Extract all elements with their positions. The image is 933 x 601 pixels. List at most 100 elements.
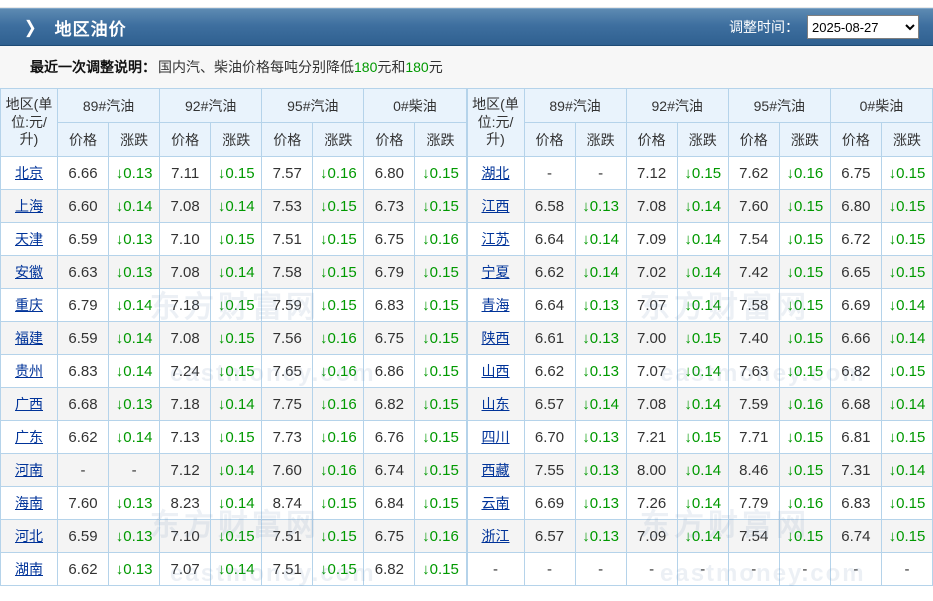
region-link[interactable]: 江苏 xyxy=(482,231,510,247)
change-cell: ↓0.15 xyxy=(778,321,831,355)
date-select[interactable]: 2025-08-27 xyxy=(807,15,919,39)
price-cell: 7.75 xyxy=(261,387,314,421)
table-row: 云南 6.69 ↓0.13 7.26 ↓0.14 7.79 ↓0.16 6.83 ↓0.15 xyxy=(466,486,933,520)
change-cell: ↓0.15 xyxy=(210,354,263,388)
region-cell: 青海 xyxy=(466,288,525,322)
region-link[interactable]: 山东 xyxy=(482,396,510,412)
change-cell: ↓0.15 xyxy=(414,156,467,190)
price-sub-header: 价格 xyxy=(159,122,212,157)
change-cell: ↓0.15 xyxy=(778,519,831,553)
region-link[interactable]: 广西 xyxy=(15,396,43,412)
region-link[interactable]: 重庆 xyxy=(15,297,43,313)
change-cell: ↓0.14 xyxy=(676,255,729,289)
change-cell: ↓0.15 xyxy=(778,255,831,289)
region-cell: 云南 xyxy=(466,486,525,520)
change-cell: ↓0.15 xyxy=(312,552,365,586)
region-link[interactable]: 广东 xyxy=(15,429,43,445)
region-link[interactable]: 河南 xyxy=(15,462,43,478)
product-header: 92#汽油 xyxy=(159,88,263,123)
price-cell: 7.54 xyxy=(727,519,780,553)
price-cell: 7.08 xyxy=(159,321,212,355)
change-sub-header: 涨跌 xyxy=(880,122,933,157)
price-cell: 6.79 xyxy=(363,255,416,289)
price-cell: 7.42 xyxy=(727,255,780,289)
change-cell: ↓0.13 xyxy=(108,519,161,553)
change-cell: ↓0.15 xyxy=(778,420,831,454)
region-cell: 河北 xyxy=(0,519,58,553)
change-cell: ↓0.14 xyxy=(108,354,161,388)
region-link[interactable]: 青海 xyxy=(482,297,510,313)
region-link[interactable]: 上海 xyxy=(15,198,43,214)
price-cell: 6.76 xyxy=(363,420,416,454)
change-cell: ↓0.13 xyxy=(574,420,627,454)
region-link[interactable]: 贵州 xyxy=(15,363,43,379)
change-cell: ↓0.15 xyxy=(880,222,933,256)
price-cell: 7.21 xyxy=(625,420,678,454)
change-cell: ↓0.15 xyxy=(414,189,467,223)
table-row: 北京 6.66 ↓0.13 7.11 ↓0.15 7.57 ↓0.16 6.80 ↓0.15 xyxy=(0,156,467,190)
price-cell: - xyxy=(523,156,576,190)
top-strip xyxy=(0,0,933,8)
region-link[interactable]: 江西 xyxy=(482,198,510,214)
change-cell: ↓0.16 xyxy=(778,486,831,520)
price-cell: 7.40 xyxy=(727,321,780,355)
price-cell: 6.75 xyxy=(363,222,416,256)
price-cell: 7.10 xyxy=(159,222,212,256)
price-cell: 7.62 xyxy=(727,156,780,190)
change-cell: ↓0.15 xyxy=(414,420,467,454)
price-cell: 7.65 xyxy=(261,354,314,388)
price-cell: 6.58 xyxy=(523,189,576,223)
price-cell: 7.07 xyxy=(159,552,212,586)
region-link[interactable]: 陕西 xyxy=(482,330,510,346)
region-link[interactable]: 北京 xyxy=(15,165,43,181)
notice-segment: 元和 xyxy=(377,59,406,75)
change-cell: ↓0.15 xyxy=(414,387,467,421)
price-cell: 6.63 xyxy=(56,255,110,289)
change-sub-header: 涨跌 xyxy=(414,122,467,157)
price-cell: 7.07 xyxy=(625,354,678,388)
table-row: 海南 7.60 ↓0.13 8.23 ↓0.14 8.74 ↓0.15 6.84 ↓0.15 xyxy=(0,486,467,520)
price-table-left: 地区(单位:元/升) 89#汽油 92#汽油 95#汽油 0#柴油 价格 涨跌 价格 涨跌 价格涨… xyxy=(0,88,467,586)
change-cell: ↓0.15 xyxy=(414,288,467,322)
region-link[interactable]: 湖南 xyxy=(15,561,43,577)
price-cell: 7.02 xyxy=(625,255,678,289)
price-cell: 7.56 xyxy=(261,321,314,355)
change-cell: ↓0.15 xyxy=(778,354,831,388)
change-cell: ↓0.15 xyxy=(312,255,365,289)
change-sub-header: 涨跌 xyxy=(108,122,161,157)
region-link[interactable]: 湖北 xyxy=(482,165,510,181)
price-cell: 6.75 xyxy=(829,156,882,190)
region-link[interactable]: 浙江 xyxy=(482,528,510,544)
table-row: 广西 6.68 ↓0.13 7.18 ↓0.14 7.75 ↓0.16 6.82 ↓0.15 xyxy=(0,387,467,421)
price-cell: 7.12 xyxy=(625,156,678,190)
region-link[interactable]: 西藏 xyxy=(482,462,510,478)
price-cell: 7.24 xyxy=(159,354,212,388)
region-link[interactable]: 海南 xyxy=(15,495,43,511)
product-header: 89#汽油 xyxy=(523,88,627,123)
region-link[interactable]: 河北 xyxy=(15,528,43,544)
price-cell: 7.26 xyxy=(625,486,678,520)
price-table-right: 地区(单位:元/升) 89#汽油 92#汽油 95#汽油 0#柴油 价格 涨跌 价格 涨跌 价格涨… xyxy=(466,88,933,586)
region-cell: 江苏 xyxy=(466,222,525,256)
region-link[interactable]: 天津 xyxy=(15,231,43,247)
region-cell: 安徽 xyxy=(0,255,58,289)
change-cell: ↓0.15 xyxy=(778,189,831,223)
price-cell: 7.58 xyxy=(727,288,780,322)
region-link[interactable]: 安徽 xyxy=(15,264,43,280)
region-link[interactable]: 福建 xyxy=(15,330,43,346)
notice-bar: 最近一次调整说明： 国内汽、柴油价格每吨分别降低180元和180元 xyxy=(0,46,933,88)
region-link[interactable]: 宁夏 xyxy=(482,264,510,280)
change-cell: ↓0.16 xyxy=(312,453,365,487)
region-link[interactable]: 云南 xyxy=(482,495,510,511)
price-cell: 7.08 xyxy=(625,387,678,421)
change-cell: ↓0.14 xyxy=(574,387,627,421)
price-cell: 7.31 xyxy=(829,453,882,487)
product-header: 0#柴油 xyxy=(829,88,933,123)
region-link[interactable]: 四川 xyxy=(482,429,510,445)
region-link[interactable]: 山西 xyxy=(482,363,510,379)
region-cell: 山东 xyxy=(466,387,525,421)
change-cell: ↓0.15 xyxy=(414,321,467,355)
change-cell: ↓0.15 xyxy=(414,354,467,388)
price-cell: 7.00 xyxy=(625,321,678,355)
price-cell: 6.86 xyxy=(363,354,416,388)
